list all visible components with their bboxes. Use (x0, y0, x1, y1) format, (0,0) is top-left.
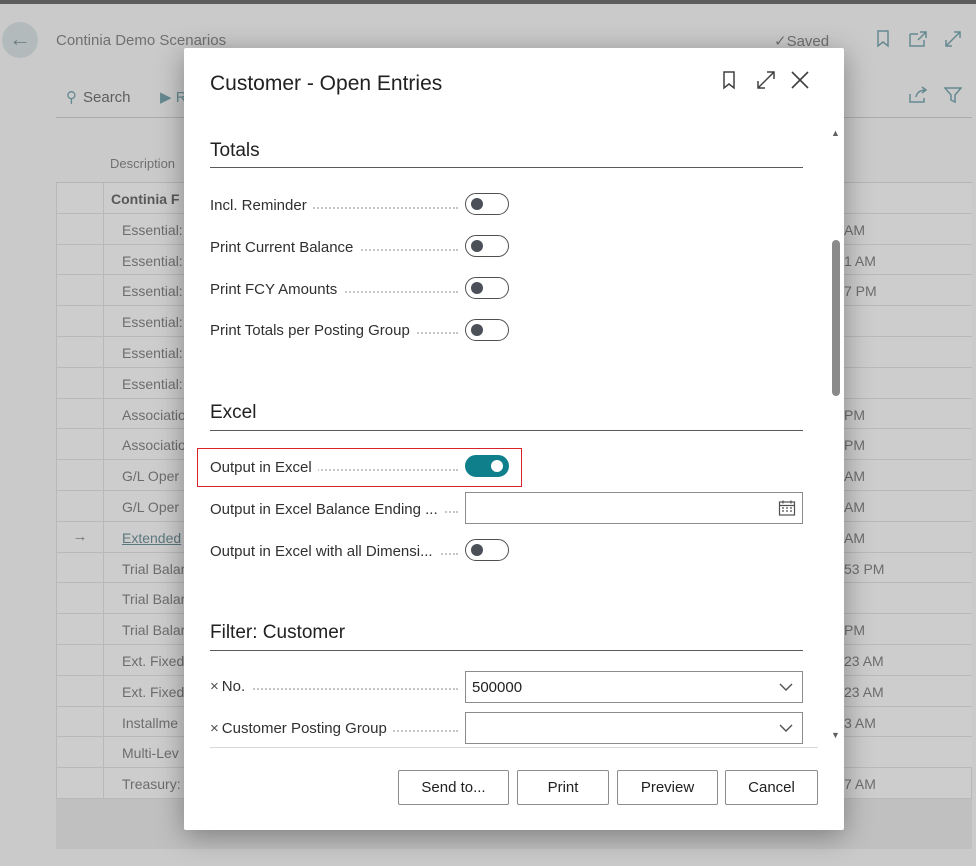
field-label-print-totals-per-posting-group: Print Totals per Posting Group (210, 322, 462, 339)
calendar-icon[interactable] (778, 499, 796, 517)
send-to-button[interactable]: Send to... (398, 770, 509, 805)
field-label-no: × No. (210, 678, 462, 695)
toggle-incl-reminder[interactable] (465, 193, 509, 215)
section-divider (210, 430, 803, 431)
scroll-up-icon[interactable]: ▲ (831, 128, 840, 138)
section-title-totals: Totals (210, 140, 260, 161)
preview-button[interactable]: Preview (617, 770, 718, 805)
dialog-content[interactable]: Totals Incl. Reminder Print Current Bala… (184, 128, 844, 746)
toggle-print-fcy-amounts[interactable] (465, 277, 509, 299)
dialog-title: Customer - Open Entries (210, 72, 443, 95)
print-button[interactable]: Print (517, 770, 609, 805)
section-divider (210, 650, 803, 651)
chevron-down-icon[interactable] (779, 721, 793, 736)
toggle-output-in-excel-all-dimensions[interactable] (465, 539, 509, 561)
toggle-print-totals-per-posting-group[interactable] (465, 319, 509, 341)
field-label-customer-posting-group: × Customer Posting Group (210, 720, 462, 737)
chevron-down-icon[interactable] (779, 680, 793, 695)
bookmark-icon[interactable] (722, 70, 736, 95)
field-label-print-fcy-amounts: Print FCY Amounts (210, 281, 462, 298)
section-title-filter-customer: Filter: Customer (210, 622, 346, 643)
filter-input-no[interactable]: 500000 (465, 671, 803, 703)
field-label-incl-reminder: Incl. Reminder (210, 197, 462, 214)
remove-filter-icon[interactable]: × (210, 720, 219, 737)
close-icon[interactable] (790, 70, 810, 95)
footer-divider (210, 747, 818, 748)
field-label-print-current-balance: Print Current Balance (210, 239, 462, 256)
remove-filter-icon[interactable]: × (210, 678, 219, 695)
scroll-down-icon[interactable]: ▼ (831, 730, 840, 740)
filter-input-customer-posting-group[interactable] (465, 712, 803, 744)
section-title-excel: Excel (210, 402, 257, 423)
cancel-button[interactable]: Cancel (725, 770, 818, 805)
field-label-output-in-excel-balance-ending: Output in Excel Balance Ending ... (210, 501, 462, 518)
scrollbar-thumb[interactable] (832, 240, 840, 396)
field-label-output-in-excel-all-dimensions: Output in Excel with all Dimensi... (210, 543, 462, 560)
section-divider (210, 167, 803, 168)
request-page-dialog: Customer - Open Entries Totals Incl. Rem… (184, 48, 844, 830)
toggle-print-current-balance[interactable] (465, 235, 509, 257)
expand-icon[interactable] (756, 70, 776, 95)
date-input-balance-ending[interactable] (465, 492, 803, 524)
